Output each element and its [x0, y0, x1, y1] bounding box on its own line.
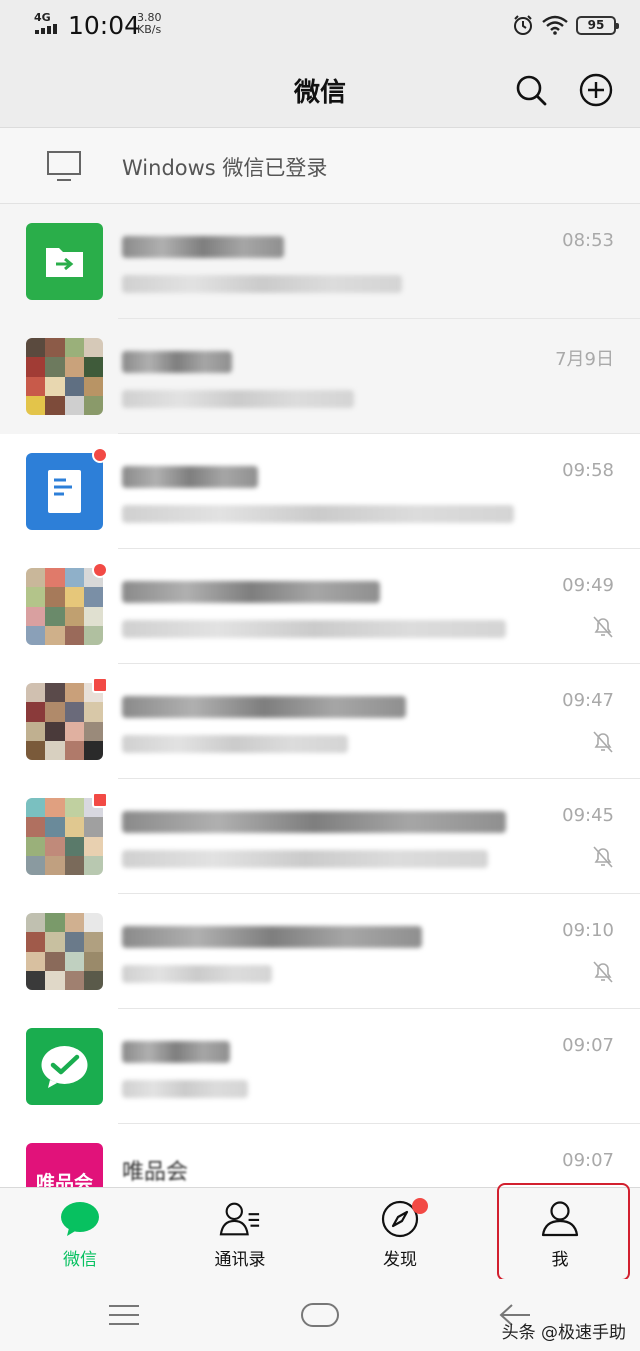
- avatar: [26, 223, 103, 300]
- network-type: 4G: [34, 11, 51, 24]
- chat-preview-blurred: [122, 505, 514, 523]
- wifi-icon: [542, 15, 568, 35]
- chat-name-blurred: [122, 696, 406, 718]
- home-icon: [301, 1303, 339, 1327]
- avatar: [26, 913, 103, 990]
- desktop-login-text: Windows 微信已登录: [122, 156, 328, 180]
- chat-time: 09:58: [562, 460, 614, 481]
- document-app-icon: [48, 470, 81, 513]
- unread-dot: [92, 792, 108, 808]
- chat-name: 唯品会: [122, 1160, 189, 1185]
- avatar: [26, 683, 103, 760]
- signal-bars-icon: [35, 24, 61, 34]
- chat-item[interactable]: 09:47: [0, 664, 640, 779]
- chat-time: 7月9日: [555, 349, 614, 370]
- search-icon: [516, 75, 547, 106]
- tab-label: 发现: [383, 1250, 417, 1270]
- chat-name-blurred: [122, 811, 506, 833]
- network-speed: 3.80 KB/s: [137, 12, 162, 36]
- watermark-text: 头条 @极速手助: [501, 1323, 626, 1343]
- menu-button[interactable]: [106, 1297, 142, 1333]
- avatar: [26, 453, 103, 530]
- avatar: [26, 568, 103, 645]
- tab-contacts[interactable]: 通讯录: [160, 1188, 320, 1280]
- avatar-text: 唯品会: [35, 1172, 93, 1187]
- chat-name-blurred: [122, 466, 258, 488]
- chat-preview-blurred: [122, 620, 506, 638]
- search-button[interactable]: [511, 70, 551, 110]
- chat-item[interactable]: 09:58: [0, 434, 640, 549]
- chat-item[interactable]: 09:07: [0, 1009, 640, 1124]
- chat-time: 09:07: [562, 1035, 614, 1056]
- chat-preview-blurred: [122, 390, 354, 408]
- chat-time: 09:07: [562, 1150, 614, 1171]
- status-icons: 95: [512, 12, 619, 38]
- chat-name-blurred: [122, 926, 422, 948]
- unread-dot: [92, 562, 108, 578]
- home-button[interactable]: [300, 1297, 340, 1333]
- battery-level: 95: [587, 18, 605, 32]
- unread-dot: [92, 677, 108, 693]
- tab-discover[interactable]: 发现: [320, 1188, 480, 1280]
- tab-label: 微信: [63, 1250, 97, 1270]
- chat-item[interactable]: 09:49: [0, 549, 640, 664]
- chat-list: 08:53 7月9日 09:58 09:49 09:47 09:45 09:10…: [0, 204, 640, 1187]
- chat-preview-blurred: [122, 275, 402, 293]
- chat-item[interactable]: 09:45: [0, 779, 640, 894]
- chat-preview-blurred: [122, 1080, 248, 1098]
- add-button[interactable]: [576, 70, 616, 110]
- file-transfer-icon: [46, 248, 83, 277]
- chat-bubble-icon: [59, 1198, 101, 1240]
- chat-time: 09:47: [562, 690, 614, 711]
- tab-chats[interactable]: 微信: [0, 1188, 160, 1280]
- mute-bell-icon: [593, 961, 613, 983]
- chat-preview-blurred: [122, 965, 272, 983]
- chat-name-blurred: [122, 236, 284, 258]
- chat-preview-blurred: [122, 735, 348, 753]
- speed-unit: KB/s: [137, 23, 162, 36]
- clock: 10:04: [68, 11, 141, 40]
- avatar: [26, 798, 103, 875]
- chat-time: 09:49: [562, 575, 614, 596]
- chat-preview-blurred: [122, 850, 488, 868]
- chat-time: 09:10: [562, 920, 614, 941]
- battery-icon: 95: [576, 15, 619, 35]
- contacts-icon: [219, 1198, 261, 1240]
- tab-label: 我: [551, 1250, 569, 1270]
- desktop-monitor-icon: [47, 151, 81, 181]
- chat-item[interactable]: 09:10: [0, 894, 640, 1009]
- avatar: [26, 338, 103, 415]
- chat-name-blurred: [122, 1041, 230, 1063]
- tab-me[interactable]: 我: [480, 1188, 640, 1280]
- chat-item[interactable]: 唯品会 唯品会 09:07: [0, 1124, 640, 1187]
- person-icon: [539, 1198, 581, 1240]
- vip-logo: 唯品会: [26, 1143, 103, 1187]
- mute-bell-icon: [593, 731, 613, 753]
- tab-label: 通讯录: [214, 1250, 266, 1270]
- avatar: [26, 1028, 103, 1105]
- chat-time: 09:45: [562, 805, 614, 826]
- header: 微信: [0, 52, 640, 128]
- mute-bell-icon: [593, 616, 613, 638]
- unread-dot: [92, 447, 108, 463]
- status-bar: 4G 10:04 3.80 KB/s 95: [0, 0, 640, 52]
- desktop-login-banner[interactable]: Windows 微信已登录: [0, 128, 640, 204]
- chat-item[interactable]: 7月9日: [0, 319, 640, 434]
- chat-name-blurred: [122, 581, 380, 603]
- chat-name-blurred: [122, 351, 232, 373]
- alarm-clock-icon: [514, 15, 532, 35]
- discover-badge-dot: [412, 1198, 428, 1214]
- add-circle-icon: [579, 73, 613, 107]
- menu-icon: [109, 1305, 139, 1325]
- mute-bell-icon: [593, 846, 613, 868]
- wechat-pay-icon: [41, 1046, 88, 1088]
- chat-time: 08:53: [562, 230, 614, 251]
- chat-item[interactable]: 08:53: [0, 204, 640, 319]
- bottom-nav: 微信 通讯录 发现 我: [0, 1183, 640, 1281]
